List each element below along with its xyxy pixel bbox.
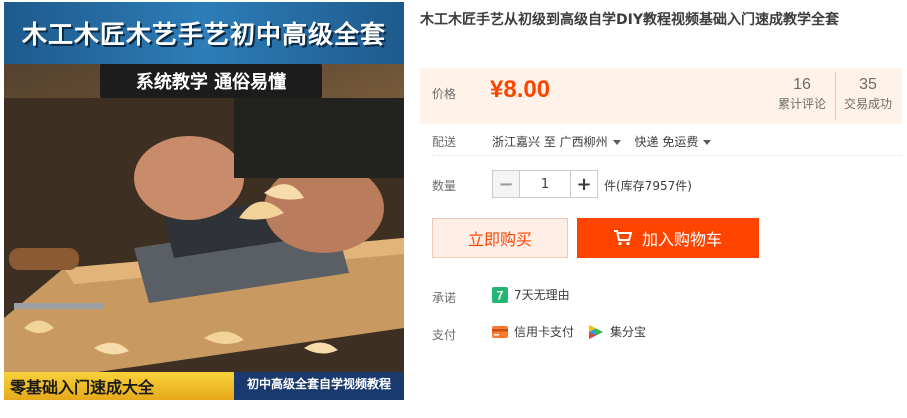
add-to-cart-button[interactable]: 加入购物车 <box>577 218 759 258</box>
payment-method-jifenbao[interactable]: 集分宝 <box>588 323 646 340</box>
payment-method-label: 信用卡支付 <box>514 325 575 339</box>
image-subtitle-text: 系统教学 通俗易懂 <box>100 64 322 98</box>
stat-divider <box>835 72 836 120</box>
comments-label: 累计评论 <box>777 97 826 111</box>
delivery-destination: 广西柳州 <box>559 135 608 149</box>
comments-count: 16 <box>793 76 811 93</box>
increase-quantity-button[interactable]: + <box>570 170 598 198</box>
chevron-down-icon <box>703 140 712 145</box>
buy-now-label: 立即购买 <box>467 230 532 249</box>
payment-method-credit-card[interactable]: 信用卡支付 <box>492 323 574 340</box>
payment-method-label: 集分宝 <box>610 325 647 339</box>
delivery-row: 配送 浙江嘉兴 至 广西柳州 快递 免运费 <box>432 128 902 156</box>
jifenbao-icon <box>589 324 604 339</box>
chevron-down-icon <box>612 140 621 145</box>
buy-now-button[interactable]: 立即购买 <box>432 218 568 258</box>
payment-methods: 信用卡支付 集分宝 <box>492 323 660 340</box>
add-to-cart-label: 加入购物车 <box>641 230 722 249</box>
seven-day-return-icon: 7 <box>492 286 508 303</box>
price-panel: 价格 ¥8.00 16 累计评论 35 交易成功 <box>420 68 902 124</box>
shopping-cart-icon <box>613 230 632 246</box>
delivery-label: 配送 <box>432 135 457 149</box>
delivery-origin: 浙江嘉兴 至 <box>492 135 556 149</box>
woodworking-scene-illustration <box>4 98 404 374</box>
quantity-label: 数量 <box>432 179 457 193</box>
shipping-selector[interactable]: 快递 免运费 <box>635 135 722 149</box>
image-banner-text: 木工木匠木艺手艺初中高级全套 <box>4 2 404 64</box>
promise-text: 7天无理由 <box>514 288 570 302</box>
payment-label: 支付 <box>432 328 457 342</box>
decrease-quantity-button[interactable]: − <box>492 170 520 198</box>
image-bottom-right-text: 初中高级全套自学视频教程 <box>234 372 404 400</box>
price-label: 价格 <box>432 87 457 101</box>
delivery-info: 浙江嘉兴 至 广西柳州 快递 免运费 <box>492 133 721 150</box>
promise-item[interactable]: 7 7天无理由 <box>492 286 570 303</box>
quantity-input[interactable]: 1 <box>520 170 570 198</box>
price-value: ¥8.00 <box>490 76 551 103</box>
trades-label: 交易成功 <box>843 97 892 111</box>
trades-stat[interactable]: 35 交易成功 <box>840 75 896 113</box>
svg-text:7: 7 <box>497 288 504 302</box>
credit-card-icon <box>492 325 508 338</box>
stock-text: 件(库存7957件) <box>604 179 692 193</box>
promise-label: 承诺 <box>432 291 457 305</box>
trades-count: 35 <box>859 76 877 93</box>
comments-stat[interactable]: 16 累计评论 <box>774 75 830 113</box>
image-bottom-left-text: 零基础入门速成大全 <box>4 372 234 400</box>
product-image[interactable]: 木工木匠木艺手艺初中高级全套 系统教学 通俗易懂 零基础入门速成大全 初中高级全… <box>4 2 404 400</box>
product-title: 木工木匠手艺从初级到高级自学DIY教程视频基础入门速成教学全套 <box>420 12 839 28</box>
destination-selector[interactable]: 广西柳州 <box>560 135 635 149</box>
quantity-stepper: − 1 + <box>492 170 598 198</box>
shipping-method: 快递 免运费 <box>634 135 699 149</box>
